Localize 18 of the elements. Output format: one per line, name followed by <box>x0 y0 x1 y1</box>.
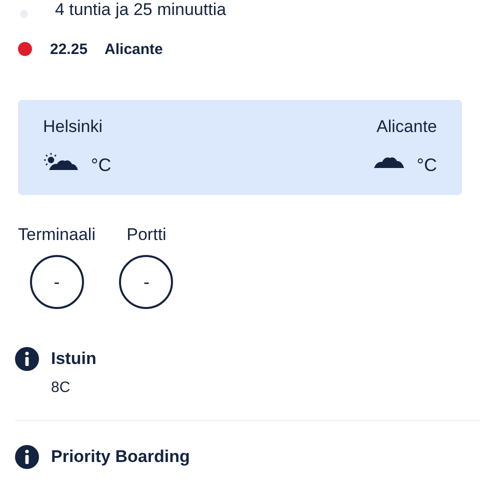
temperature-unit: °C <box>91 155 112 176</box>
temperature-unit: °C <box>416 155 437 176</box>
city-name: Helsinki <box>43 117 104 137</box>
city-name: Alicante <box>376 117 437 137</box>
flight-duration: 4 tuntia ja 25 minuuttia <box>55 1 226 19</box>
gate-value: - <box>119 255 174 309</box>
gate-value: - <box>30 255 84 309</box>
info-icon <box>15 347 39 371</box>
info-title: Istuin <box>51 348 96 370</box>
arrival-time: 22.25 <box>50 40 88 58</box>
info-icon <box>15 445 39 469</box>
arrival-city: Alicante <box>104 40 163 58</box>
seat-number: 8C <box>51 379 72 396</box>
info-title: Priority Boarding <box>51 446 190 468</box>
sun-cloud-icon <box>43 152 79 172</box>
cloud-icon <box>372 154 405 168</box>
gate-label: Portti <box>126 225 166 245</box>
gate-label: Terminaali <box>18 225 96 245</box>
